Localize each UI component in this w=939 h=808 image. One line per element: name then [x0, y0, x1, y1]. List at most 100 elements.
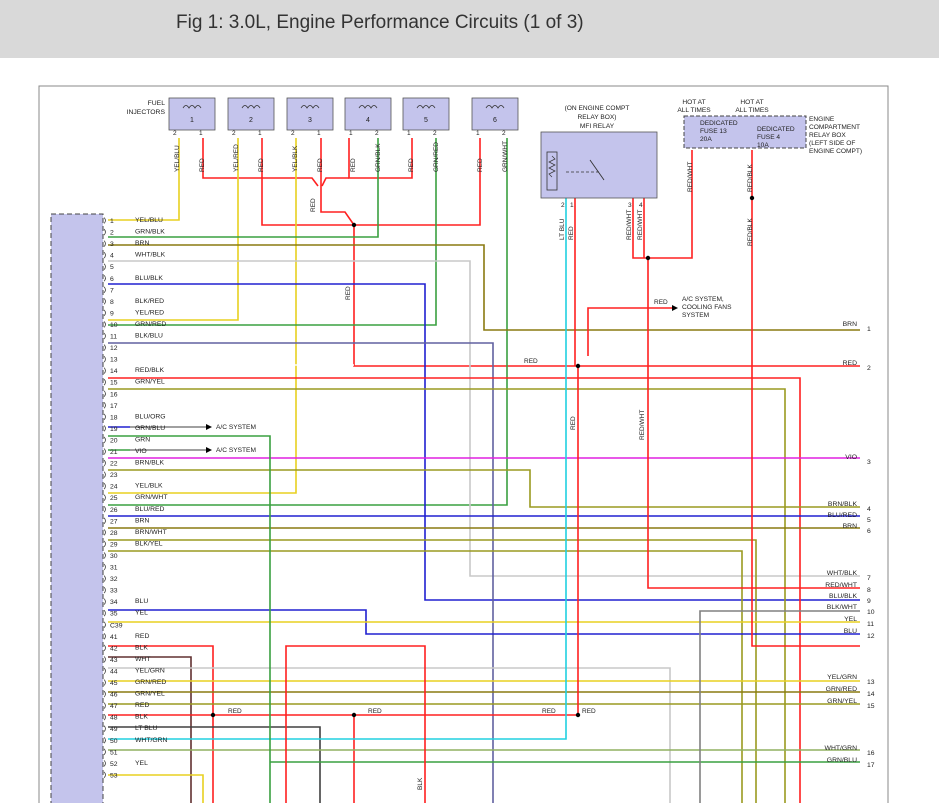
relay-pin: 3: [628, 202, 632, 209]
wire-red-wht-8: [647, 258, 860, 589]
pin-bracket: [103, 609, 106, 617]
fuse-13-label: DEDICATED: [700, 120, 738, 127]
ac-system-label: A/C SYSTEM: [216, 424, 256, 431]
left-pin-wire-label: GRN/WHT: [135, 494, 167, 501]
left-pin-number: 51: [110, 749, 118, 756]
wiring-diagram: 1 YEL/BLU 2 GRN/BLK 3 BRN 4 WHT/BLK 5 6 BLU/BLK 7 8 B…: [0, 58, 939, 808]
mid-wire-label: RED: [368, 708, 382, 715]
left-pin-wire-label: YEL/GRN: [135, 667, 165, 674]
relay-pin: 1: [570, 202, 574, 209]
relay-wire-label: RED/WHT: [626, 210, 633, 240]
injector-number: 1: [190, 117, 194, 124]
mid-wire-label: RED: [570, 416, 577, 430]
left-pin-wire-label: BLU: [135, 598, 148, 605]
right-pin-number: 14: [867, 691, 875, 698]
pin-bracket: [103, 378, 106, 386]
left-pin-wire-label: RED: [135, 633, 149, 640]
splice-dot: [351, 712, 357, 718]
left-pin-wire-label: BLU/BLK: [135, 275, 163, 282]
pin-bracket: [103, 344, 106, 351]
left-pin-number: 5: [110, 264, 114, 271]
injector-wire-label: YEL/BLK: [292, 145, 299, 172]
right-pin-wire-label: BRN/BLK: [828, 501, 858, 508]
injector-number: 2: [249, 117, 253, 124]
relay-pin: 4: [639, 202, 643, 209]
wire-blk-blu: [108, 342, 494, 803]
left-pin-wire-label: GRN/RED: [135, 679, 166, 686]
injector-wire-label: RED: [350, 158, 357, 172]
injector-pin: 1: [258, 130, 262, 137]
pin-bracket: [103, 679, 106, 686]
left-pin-wire-label: VIO: [135, 448, 147, 455]
pin-bracket: [103, 563, 106, 571]
wire-blu-blk: [108, 283, 860, 601]
left-pin-number: 28: [110, 530, 118, 537]
left-pin-wire-label: BRN/BLK: [135, 460, 165, 467]
relay-wire-label: RED: [568, 226, 575, 240]
left-pin-wire-label: GRN/RED: [135, 321, 166, 328]
left-pin-number: 17: [110, 403, 118, 410]
right-pin-wire-label: VIO: [845, 454, 857, 461]
wire-brn-blk: [108, 469, 860, 508]
right-pin-number: 2: [867, 365, 871, 372]
wire-yel-52: [108, 774, 204, 803]
injector-pin: 2: [291, 130, 295, 137]
right-pin-wire-label: YEL: [844, 616, 857, 623]
ac-fans-label: A/C SYSTEM,: [682, 296, 724, 303]
right-pin-number: 10: [867, 609, 875, 616]
left-pin-number: 19: [110, 426, 118, 433]
pin-bracket: [103, 690, 106, 698]
pin-bracket: [103, 760, 106, 767]
left-pin-number: 49: [110, 726, 118, 733]
left-pin-number: 11: [110, 334, 117, 341]
injector-wire-label: RED: [258, 158, 265, 172]
fuse-13-label: FUSE 13: [700, 128, 727, 135]
left-pin-wire-label: BLU/ORG: [135, 413, 166, 420]
mid-wire-label: RED: [345, 286, 352, 300]
wire-yel-blu: [108, 138, 180, 221]
pin-bracket: [103, 425, 106, 432]
injector-pin: 1: [476, 130, 480, 137]
pin-bracket: [103, 633, 106, 640]
page-title: Fig 1: 3.0L, Engine Performance Circuits…: [176, 12, 584, 33]
pin-bracket: [103, 263, 106, 270]
injector-number: 5: [424, 117, 428, 124]
pin-bracket: [103, 725, 106, 732]
fuel-injector-6: [471, 97, 519, 131]
left-pin-wire-label: BLK: [135, 644, 148, 651]
wire-lt-blu: [108, 198, 567, 740]
fuse-wire-label: RED/BLK: [747, 218, 754, 246]
left-pin-wire-label: GRN: [135, 436, 150, 443]
relay-box-label: ENGINE: [809, 116, 835, 123]
right-pin-number: 13: [867, 679, 875, 686]
left-pin-number: 48: [110, 715, 118, 722]
right-pin-number: 3: [867, 459, 871, 466]
left-pin-number: 33: [110, 588, 118, 595]
right-pin-wire-label: BRN: [843, 523, 857, 530]
left-pin-wire-label: GRN/BLU: [135, 425, 165, 432]
fuse-4-label: DEDICATED: [757, 126, 795, 133]
left-pin-wire-label: BLK/RED: [135, 298, 164, 305]
injector-wire-label: GRN/RED: [433, 142, 440, 172]
left-pin-number: 27: [110, 518, 118, 525]
pin-bracket: [103, 309, 106, 317]
pin-bracket: [103, 505, 106, 513]
fuse-wire-label: RED/BLK: [747, 164, 754, 192]
wire-yel-red: [108, 138, 239, 321]
left-pin-wire-label: BRN: [135, 517, 149, 524]
left-pin-wire-label: GRN/YEL: [135, 691, 165, 698]
relay-box-label: ENGINE COMPT): [809, 148, 862, 155]
right-pin-wire-label: BLU/BLK: [829, 593, 857, 600]
left-pin-wire-label: RED/BLK: [135, 367, 165, 374]
ac-fans-label: SYSTEM: [682, 312, 709, 319]
pin-bracket: [103, 321, 106, 328]
pin-bracket: [103, 517, 106, 525]
pin-bracket: [103, 240, 106, 247]
injector-number: 3: [308, 117, 312, 124]
right-pin-number: 9: [867, 598, 871, 605]
mid-wire-label: RED: [524, 358, 538, 365]
mid-wire-label: RED: [542, 708, 556, 715]
relay-location-label: (ON ENGINE COMPT: [565, 105, 630, 112]
injector-wire-label: GRN/WHT: [502, 141, 509, 172]
ac-arrow: [206, 447, 212, 453]
